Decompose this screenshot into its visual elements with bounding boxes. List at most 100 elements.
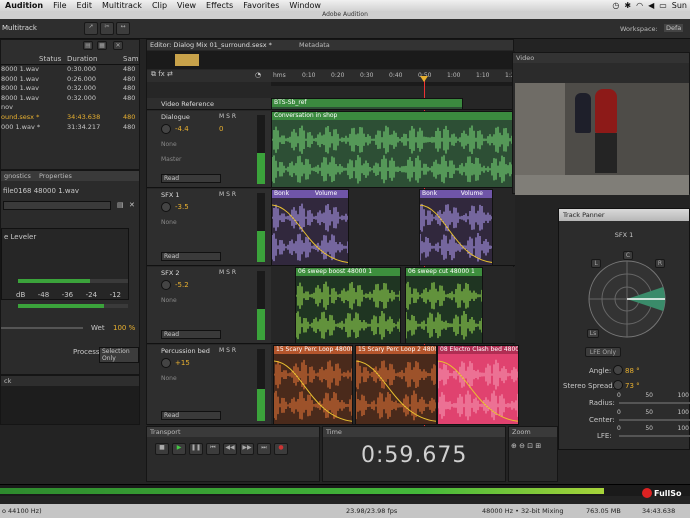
- process-select[interactable]: Selection Only: [99, 347, 139, 363]
- clock-icon[interactable]: ◷: [612, 1, 619, 10]
- track-send[interactable]: None: [161, 297, 245, 304]
- track-panner-titlebar[interactable]: Track Panner: [559, 209, 689, 221]
- overview-viewport[interactable]: [175, 54, 199, 66]
- clip-dialogue[interactable]: Conversation in shop: [271, 111, 515, 188]
- mode-label[interactable]: Multitrack: [2, 24, 37, 32]
- track-header[interactable]: SFX 1 M S R -3.5 None Read: [147, 189, 271, 266]
- app-menu[interactable]: Audition: [0, 1, 48, 10]
- radius-slider[interactable]: [619, 402, 690, 404]
- effect-name[interactable]: e Leveler: [2, 229, 128, 245]
- track-header[interactable]: Percussion bed M S R +15 None Read: [147, 345, 271, 425]
- arm-button[interactable]: R: [232, 113, 236, 120]
- speaker-r[interactable]: R: [655, 259, 665, 268]
- file-row[interactable]: 8000 1.wav 0:30.000 480: [1, 65, 139, 75]
- wet-value[interactable]: 100 %: [113, 324, 135, 332]
- menu-clip[interactable]: Clip: [147, 1, 172, 10]
- clip-sweep-cut[interactable]: 06 sweep cut 48000 1: [405, 267, 483, 344]
- track-volume[interactable]: -5.2: [175, 281, 189, 289]
- file-row[interactable]: 8000 1.wav 0:32.000 480: [1, 84, 139, 94]
- stop-icon[interactable]: ■: [155, 443, 169, 455]
- clip-bonk-2[interactable]: Bonk Volume: [419, 189, 493, 266]
- time-ruler-icon[interactable]: ◔: [255, 71, 261, 79]
- lfe-only-button[interactable]: LFE Only: [585, 347, 621, 357]
- zoom-out-icon[interactable]: ⊖: [519, 442, 525, 450]
- track-send[interactable]: None: [161, 141, 245, 148]
- track-send[interactable]: None: [161, 375, 245, 382]
- solo-button[interactable]: S: [226, 113, 230, 120]
- clip-sweep-boost[interactable]: 06 sweep boost 48000 1: [295, 267, 401, 344]
- effect-file-select[interactable]: [3, 201, 111, 210]
- workspace-select[interactable]: Defa: [664, 24, 684, 32]
- file-row[interactable]: ound.sesx * 34:43.638 480: [1, 113, 139, 123]
- wet-slider[interactable]: [1, 327, 83, 329]
- volume-icon[interactable]: ◀: [648, 1, 654, 10]
- speaker-ls[interactable]: Ls: [587, 329, 599, 338]
- wifi-icon[interactable]: ◠: [636, 1, 643, 10]
- time-ruler[interactable]: hms0:100:200:300:400:501:001:101:20: [271, 70, 518, 82]
- bluetooth-icon[interactable]: ✱: [624, 1, 631, 10]
- angle-value[interactable]: 88 °: [625, 367, 640, 375]
- volume-knob[interactable]: [161, 202, 171, 212]
- delete-icon[interactable]: ✕: [113, 41, 123, 50]
- solo-button[interactable]: S: [226, 191, 230, 198]
- arm-button[interactable]: R: [232, 269, 236, 276]
- automation-mode[interactable]: Read: [161, 252, 221, 261]
- volume-envelope[interactable]: [274, 360, 353, 422]
- speaker-l[interactable]: L: [591, 259, 601, 268]
- menu-multitrack[interactable]: Multitrack: [97, 1, 147, 10]
- track-volume[interactable]: +15: [175, 359, 190, 367]
- tab-metadata[interactable]: Metadata: [299, 40, 330, 50]
- surround-panner[interactable]: C L R Ls: [577, 249, 677, 349]
- col-rate[interactable]: Sam: [123, 55, 139, 63]
- import-icon[interactable]: ▤: [83, 41, 93, 50]
- mute-button[interactable]: M: [219, 191, 224, 198]
- pause-icon[interactable]: ❚❚: [189, 443, 203, 455]
- track-header[interactable]: Video Reference: [147, 98, 271, 110]
- menu-window[interactable]: Window: [284, 1, 326, 10]
- automation-mode[interactable]: Read: [161, 330, 221, 339]
- menu-edit[interactable]: Edit: [72, 1, 98, 10]
- tab-editor[interactable]: Editor: Dialog Mix 01_surround.sesx *: [150, 41, 272, 49]
- move-tool-icon[interactable]: ➚: [84, 22, 98, 35]
- track-send[interactable]: None: [161, 219, 245, 226]
- menubar-clock[interactable]: Sun: [672, 1, 687, 10]
- clip-perc-loop-2[interactable]: 15 Scary Perc Loop 2 48000 1: [355, 345, 437, 425]
- lfe-slider[interactable]: [619, 435, 690, 437]
- track-volume[interactable]: -4.4: [175, 125, 189, 133]
- go-end-icon[interactable]: ⏭: [257, 443, 271, 455]
- menu-file[interactable]: File: [48, 1, 71, 10]
- automation-mode[interactable]: Read: [161, 174, 221, 183]
- spread-value[interactable]: 73 °: [625, 382, 640, 390]
- play-icon[interactable]: ▶: [172, 443, 186, 455]
- volume-envelope[interactable]: [356, 360, 437, 422]
- playhead-handle[interactable]: [420, 76, 428, 82]
- file-row[interactable]: 000 1.wav * 31:34.217 480: [1, 123, 139, 133]
- file-row[interactable]: 8000 1.wav 0:26.000 480: [1, 75, 139, 85]
- effect-settings-icon[interactable]: ▤: [117, 201, 124, 209]
- zoom-selection-icon[interactable]: ⊞: [535, 442, 541, 450]
- col-status[interactable]: Status: [39, 55, 61, 63]
- track-name[interactable]: Dialogue: [161, 113, 190, 121]
- menu-effects[interactable]: Effects: [201, 1, 238, 10]
- track-pan[interactable]: 0: [219, 125, 223, 133]
- tab-diagnostics[interactable]: gnostics: [4, 172, 31, 180]
- track-output[interactable]: Master: [161, 156, 182, 163]
- arm-button[interactable]: R: [232, 347, 236, 354]
- mute-button[interactable]: M: [219, 113, 224, 120]
- clip-perc-loop-1[interactable]: 15 Scary Perc Loop 48000 1: [273, 345, 353, 425]
- file-row[interactable]: 8000 1.wav 0:32.000 480: [1, 94, 139, 104]
- solo-button[interactable]: S: [226, 269, 230, 276]
- new-file-icon[interactable]: ▦: [97, 41, 107, 50]
- go-start-icon[interactable]: ⏮: [206, 443, 220, 455]
- mute-button[interactable]: M: [219, 347, 224, 354]
- battery-icon[interactable]: ▭: [659, 1, 667, 10]
- ffwd-icon[interactable]: ▶▶: [240, 443, 254, 455]
- arm-button[interactable]: R: [232, 191, 236, 198]
- volume-knob[interactable]: [161, 358, 171, 368]
- clip-bonk-1[interactable]: Bonk Volume: [271, 189, 349, 266]
- speaker-c[interactable]: C: [623, 251, 633, 260]
- zoom-full-icon[interactable]: ⊡: [527, 442, 533, 450]
- time-display[interactable]: 0:59.675: [323, 437, 505, 468]
- track-name[interactable]: Percussion bed: [161, 347, 210, 355]
- volume-knob[interactable]: [161, 124, 171, 134]
